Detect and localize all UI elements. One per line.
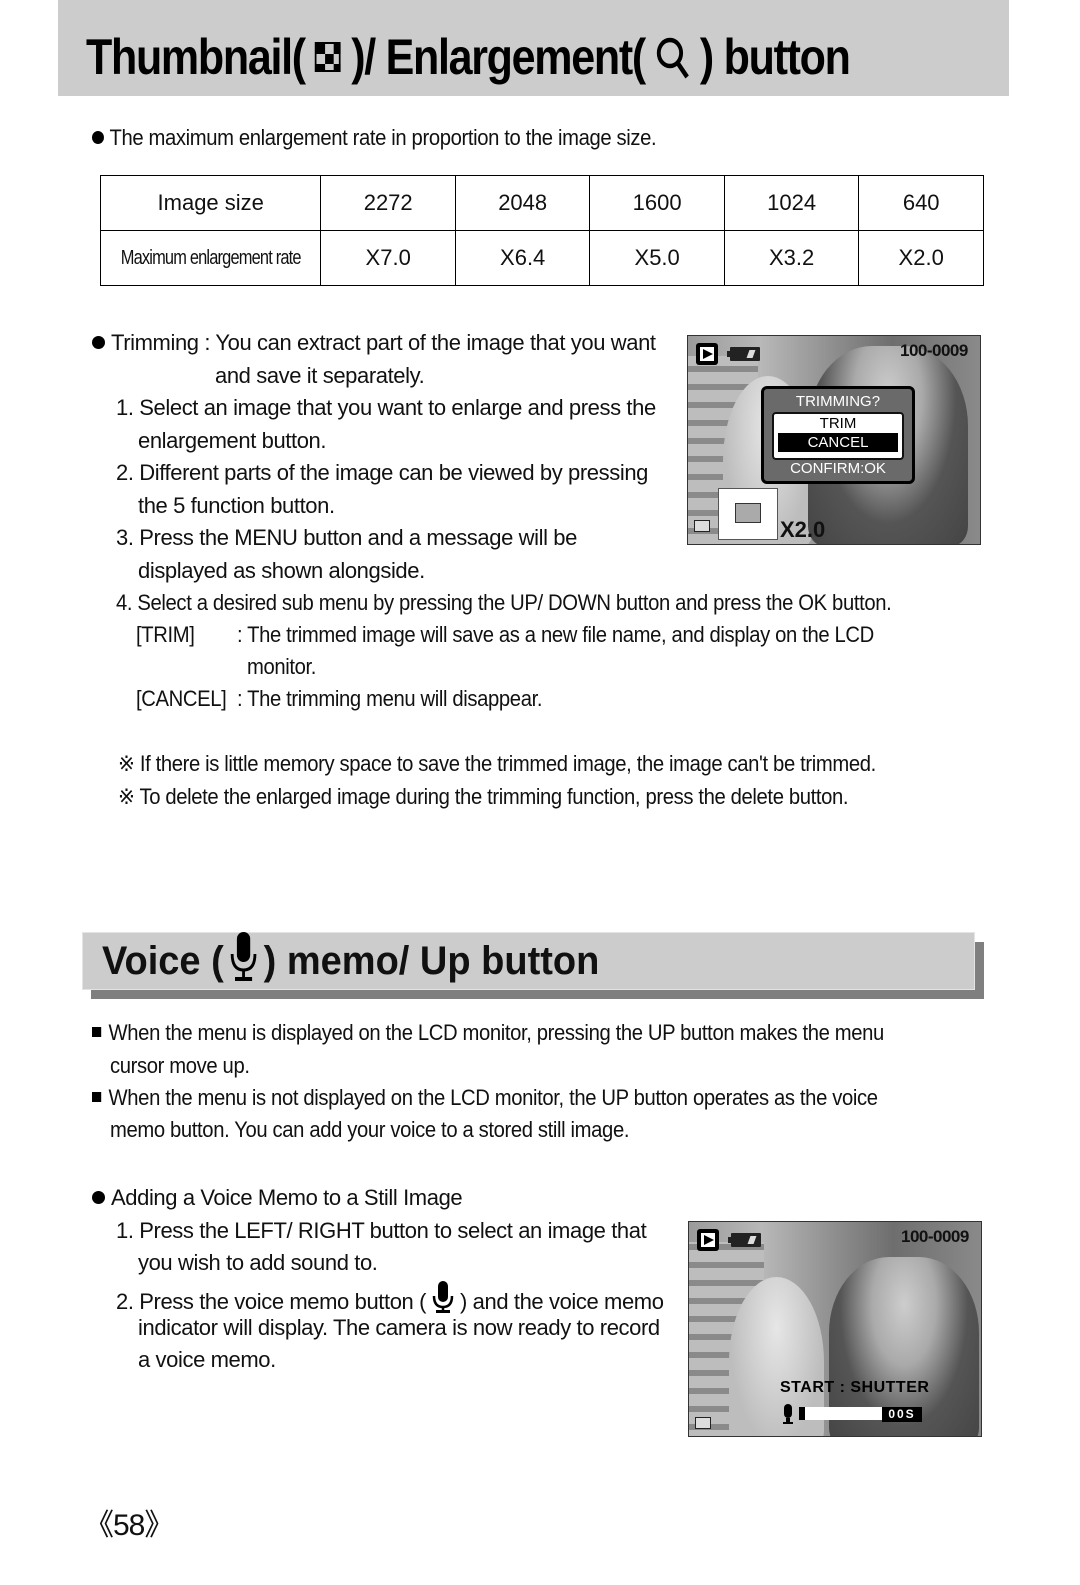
voice-bullet-1-text: When the menu is displayed on the LCD mo… <box>108 1020 885 1045</box>
voice-title-part-2: ) memo/ Up button <box>263 938 600 983</box>
trim-menu-item[interactable]: TRIM <box>774 414 902 433</box>
voice-bullet-2-text: When the menu is not displayed on the LC… <box>108 1085 878 1110</box>
trimming-options: TRIM CANCEL <box>772 412 904 460</box>
play-mode-icon <box>696 343 718 365</box>
page-title: Thumbnail( )/ Enlargement( ) button <box>86 28 851 86</box>
file-number: 100-0009 <box>901 1227 969 1246</box>
voice-bullet-1-cont: cursor move up. <box>110 1053 250 1078</box>
microphone-icon <box>782 1404 794 1429</box>
start-shutter-hint: START : SHUTTER <box>780 1379 930 1396</box>
slideshow-icon <box>695 1417 711 1429</box>
adding-voice-heading: Adding a Voice Memo to a Still Image <box>92 1182 463 1215</box>
voice-bullet-2: When the menu is not displayed on the LC… <box>92 1082 878 1115</box>
table-cell: X7.0 <box>320 230 456 286</box>
table-cell: X3.2 <box>723 230 860 286</box>
trimming-step-3-cont: displayed as shown alongside. <box>138 558 425 583</box>
bullet-icon <box>92 336 105 349</box>
trimming-intro: Trimming : You can extract part of the i… <box>92 327 656 360</box>
trimming-intro-line2: and save it separately. <box>215 363 425 388</box>
battery-icon <box>728 1233 761 1247</box>
trimming-step-2-cont: the 5 function button. <box>138 493 335 518</box>
table-cell: X6.4 <box>454 230 591 286</box>
voice-step-2-cont-2: a voice memo. <box>138 1347 276 1372</box>
trimming-step-1-cont: enlargement button. <box>138 428 327 453</box>
play-mode-icon <box>697 1229 719 1251</box>
table-cell: 640 <box>858 175 984 231</box>
recording-progress-fill <box>799 1407 805 1420</box>
page-number: 《58》 <box>84 1509 174 1542</box>
cancel-option-label: [CANCEL] <box>136 686 227 711</box>
file-number: 100-0009 <box>900 341 968 360</box>
zoom-navigator <box>718 488 778 540</box>
bullet-icon <box>92 131 104 144</box>
trimming-step-4: 4. Select a desired sub menu by pressing… <box>116 590 892 615</box>
note-delete: ※ To delete the enlarged image during th… <box>118 784 849 809</box>
trimming-step-2: 2. Different parts of the image can be v… <box>116 460 648 485</box>
title-part-1: Thumbnail( <box>86 29 306 85</box>
thumbnail-icon <box>315 42 341 72</box>
voice-bullet-2-cont: memo button. You can add your voice to a… <box>110 1117 630 1142</box>
adding-voice-heading-text: Adding a Voice Memo to a Still Image <box>111 1185 463 1210</box>
table-header-max-rate-text: Maximum enlargement rate <box>120 246 302 269</box>
bullet-icon <box>92 1092 102 1102</box>
zoom-region-indicator <box>735 503 761 523</box>
bullet-icon <box>92 1027 102 1037</box>
voice-step-2-cont: indicator will display. The camera is no… <box>138 1315 660 1340</box>
microphone-icon <box>229 930 258 992</box>
trim-option-desc: : The trimmed image will save as a new f… <box>237 622 874 647</box>
enlargement-intro: The maximum enlargement rate in proporti… <box>92 122 657 155</box>
trimming-step-3: 3. Press the MENU button and a message w… <box>116 525 577 550</box>
trimming-dialog-title: TRIMMING? <box>795 393 881 410</box>
title-part-2: )/ Enlargement( <box>351 29 646 85</box>
trimming-step-1: 1. Select an image that you want to enla… <box>116 395 656 420</box>
table-header-image-size: Image size <box>99 175 322 231</box>
cancel-menu-item[interactable]: CANCEL <box>778 433 898 452</box>
magnifier-icon <box>653 35 691 79</box>
table-cell: 1024 <box>723 175 860 231</box>
trimming-intro-line1: Trimming : You can extract part of the i… <box>111 330 656 355</box>
lcd-voice-memo-screenshot: 100-0009 START : SHUTTER 00S <box>688 1221 982 1437</box>
title-part-3: ) button <box>699 29 851 85</box>
note-memory: ※ If there is little memory space to sav… <box>118 751 876 776</box>
table-row: Maximum enlargement rate X7.0 X6.4 X5.0 … <box>99 230 984 286</box>
zoom-rate: X2.0 <box>780 517 826 542</box>
voice-title-part-1: Voice ( <box>102 938 224 983</box>
bullet-icon <box>92 1191 105 1204</box>
table-cell: 2272 <box>320 175 456 231</box>
voice-step-1: 1. Press the LEFT/ RIGHT button to selec… <box>116 1218 647 1243</box>
recording-time: 00S <box>882 1407 922 1422</box>
table-cell: X5.0 <box>589 230 725 286</box>
trimming-dialog: TRIMMING? TRIM CANCEL CONFIRM:OK <box>761 386 915 484</box>
table-row: Image size 2272 2048 1600 1024 640 <box>99 175 984 231</box>
battery-icon <box>727 347 760 361</box>
voice-step-1-cont: you wish to add sound to. <box>138 1250 378 1275</box>
lcd-trimming-screenshot: 100-0009 TRIMMING? TRIM CANCEL CONFIRM:O… <box>687 335 981 545</box>
voice-bullet-1: When the menu is displayed on the LCD mo… <box>92 1017 884 1050</box>
trim-option-desc-cont: monitor. <box>247 654 317 679</box>
confirm-hint: CONFIRM:OK <box>790 460 886 477</box>
slideshow-icon <box>694 520 710 532</box>
table-header-max-rate: Maximum enlargement rate <box>99 230 322 286</box>
trim-option-label: [TRIM] <box>136 622 195 647</box>
cancel-option-desc: : The trimming menu will disappear. <box>237 686 543 711</box>
table-cell: X2.0 <box>858 230 984 286</box>
table-cell: 1600 <box>589 175 725 231</box>
enlargement-intro-text: The maximum enlargement rate in proporti… <box>109 125 657 150</box>
enlargement-rate-table: Image size 2272 2048 1600 1024 640 Maxim… <box>99 175 984 286</box>
voice-section-title: Voice ( ) memo/ Up button <box>102 932 600 987</box>
table-cell: 2048 <box>454 175 591 231</box>
